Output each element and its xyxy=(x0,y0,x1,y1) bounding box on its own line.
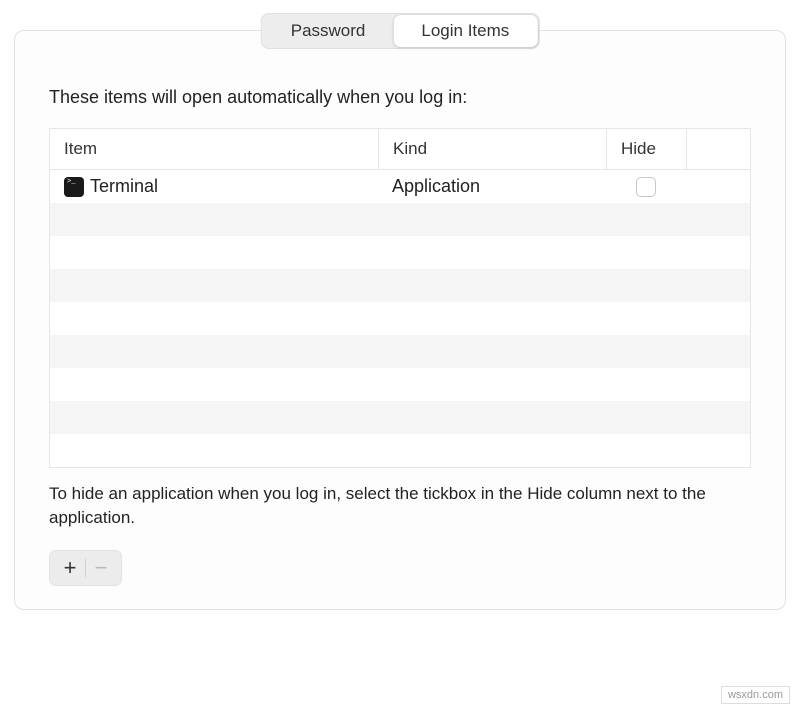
column-header-item[interactable]: Item xyxy=(50,129,378,169)
item-name: Terminal xyxy=(90,176,158,197)
hint-text: To hide an application when you log in, … xyxy=(49,482,751,530)
hide-checkbox[interactable] xyxy=(636,177,656,197)
table-body: >_ Terminal Application xyxy=(50,170,750,467)
add-remove-toolbar: + − xyxy=(49,550,122,586)
table-row[interactable]: >_ Terminal Application xyxy=(50,170,750,203)
terminal-icon: >_ xyxy=(64,177,84,197)
cell-item: >_ Terminal xyxy=(50,172,378,201)
table-row-empty xyxy=(50,335,750,368)
login-items-table: Item Kind Hide >_ Terminal Application xyxy=(49,128,751,468)
table-row-empty xyxy=(50,203,750,236)
table-row-empty xyxy=(50,302,750,335)
tab-password[interactable]: Password xyxy=(263,15,394,47)
table-row-empty xyxy=(50,401,750,434)
tab-group: Password Login Items xyxy=(261,13,540,49)
column-header-hide[interactable]: Hide xyxy=(606,129,686,169)
table-row-empty xyxy=(50,434,750,467)
table-row-empty xyxy=(50,368,750,401)
tab-login-items[interactable]: Login Items xyxy=(393,15,537,47)
cell-spacer xyxy=(686,183,750,191)
cell-kind: Application xyxy=(378,172,606,201)
column-header-kind[interactable]: Kind xyxy=(378,129,606,169)
minus-icon: − xyxy=(95,555,108,581)
login-items-panel: Password Login Items These items will op… xyxy=(14,30,786,610)
table-header: Item Kind Hide xyxy=(50,129,750,170)
table-row-empty xyxy=(50,236,750,269)
cell-hide xyxy=(606,173,686,201)
remove-button[interactable]: − xyxy=(86,554,116,582)
table-row-empty xyxy=(50,269,750,302)
section-heading: These items will open automatically when… xyxy=(49,87,751,108)
watermark: wsxdn.com xyxy=(721,686,790,704)
column-header-spacer xyxy=(686,129,750,169)
add-button[interactable]: + xyxy=(55,554,85,582)
plus-icon: + xyxy=(64,555,77,581)
